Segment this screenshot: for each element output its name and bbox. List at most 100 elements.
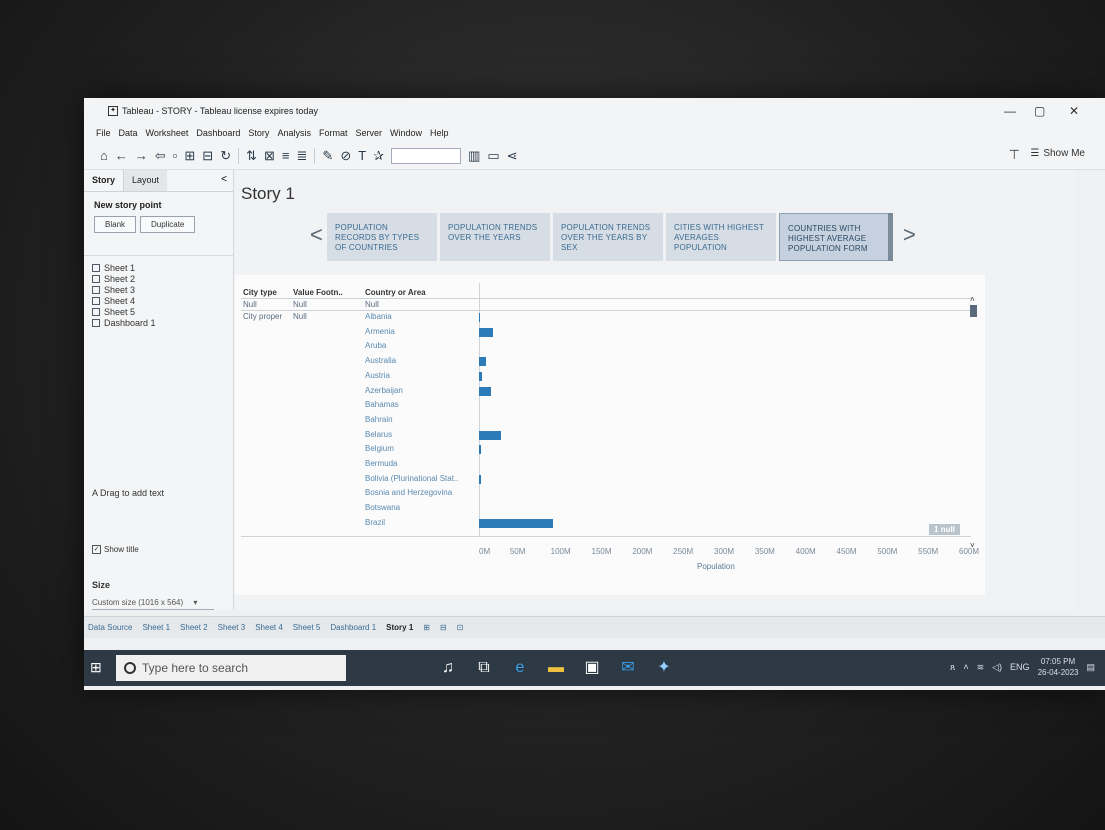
story-next-icon[interactable]: > [903,222,916,248]
menu-help[interactable]: Help [430,128,449,138]
new-sheet-tab-icon[interactable]: ⊞ [423,623,430,632]
people-icon[interactable]: ጸ [950,662,955,673]
population-bar[interactable] [479,445,482,455]
drag-to-add-text[interactable]: A Drag to add text [92,488,164,498]
story-point-1[interactable]: POPULATION RECORDS BY TYPES OF COUNTRIES [327,213,437,261]
population-bar[interactable] [479,430,502,440]
swap-icon[interactable]: ⇅ [246,148,257,164]
story-point-2[interactable]: POPULATION TRENDS OVER THE YEARS [440,213,550,261]
null-row-city-type[interactable]: Null [243,300,257,309]
country-label[interactable]: Bahamas [365,400,399,409]
chevron-up-icon[interactable]: ˄ [963,662,968,672]
city-type-value[interactable]: City proper [243,312,282,321]
country-label[interactable]: Aruba [365,341,386,350]
pin-icon[interactable]: ⊤ [1009,147,1020,163]
country-label[interactable]: Austria [365,371,390,380]
country-label[interactable]: Belgium [365,444,394,453]
duplicate-button[interactable]: Duplicate [140,216,196,233]
country-label[interactable]: Bolivia (Plurinational Stat.. [365,474,458,483]
edge-icon[interactable]: e [508,656,532,680]
header-country[interactable]: Country or Area [365,288,426,297]
value-footnote-value[interactable]: Null [293,312,307,321]
tab-dashboard-1[interactable]: Dashboard 1 [330,623,376,632]
tab-sheet-3[interactable]: Sheet 3 [218,623,246,632]
new-sheet-icon[interactable]: ⊟ [202,148,213,164]
undo-icon[interactable]: ← [115,148,128,163]
redo-icon[interactable]: → [135,148,148,163]
maximize-button[interactable]: ▢ [1034,104,1045,118]
chart-type-icon[interactable]: ▥ [468,148,480,164]
sheet-item[interactable]: Sheet 1 [92,262,225,273]
country-label[interactable]: Brazil [365,518,385,527]
file-explorer-icon[interactable]: ▬ [544,656,568,680]
story-prev-icon[interactable]: < [310,222,323,248]
country-label[interactable]: Bermuda [365,459,397,468]
country-label[interactable]: Australia [365,356,396,365]
tab-sheet-5[interactable]: Sheet 5 [293,623,321,632]
sheet-item[interactable]: Sheet 2 [92,273,225,284]
presentation-icon[interactable]: ▭ [487,148,499,164]
clear-sheet-icon[interactable]: ⊠ [264,148,275,164]
country-label[interactable]: Azerbaijan [365,386,403,395]
country-label[interactable]: Botswana [365,503,400,512]
new-datasource-icon[interactable]: ⊞ [184,148,195,164]
menu-analysis[interactable]: Analysis [277,128,311,138]
sheet-item[interactable]: Sheet 3 [92,284,225,295]
country-label[interactable]: Armenia [365,327,395,336]
network-icon[interactable]: ≋ [977,662,985,673]
mail-icon[interactable]: ✉ [616,656,640,680]
new-story-tab-icon[interactable]: ⊡ [457,623,464,632]
story-point-5[interactable]: COUNTRIES WITH HIGHEST AVERAGE POPULATIO… [779,213,893,261]
tab-layout[interactable]: Layout [124,170,168,191]
share-icon[interactable]: ⋖ [507,148,518,164]
tab-sheet-1[interactable]: Sheet 1 [142,623,170,632]
population-bar[interactable] [479,474,481,484]
sheet-item[interactable]: Sheet 5 [92,306,225,317]
sort-desc-icon[interactable]: ≣ [297,148,308,164]
population-bar[interactable] [479,518,553,528]
vertical-scrollbar[interactable]: ˄ ˅ [970,295,978,550]
home-icon[interactable]: ⌂ [100,148,108,163]
header-city-type[interactable]: City type [243,288,277,297]
sort-asc-icon[interactable]: ≡ [282,148,290,163]
population-bar[interactable] [479,313,480,322]
pin-axis-icon[interactable]: ✰ [373,148,384,164]
show-title-checkbox[interactable]: ✓ Show title [92,545,139,554]
tab-story-1[interactable]: Story 1 [386,623,413,632]
scroll-up-icon[interactable]: ˄ [970,295,975,304]
story-point-4[interactable]: CITIES WITH HIGHEST AVERAGES POPULATION [666,213,776,261]
null-row-country[interactable]: Null [365,300,379,309]
sheet-item[interactable]: Sheet 4 [92,295,225,306]
country-label[interactable]: Albania [365,312,392,321]
menu-server[interactable]: Server [355,128,382,138]
save-icon[interactable]: ▫ [173,148,178,163]
label-icon[interactable]: T [358,148,366,163]
menu-window[interactable]: Window [390,128,422,138]
new-dashboard-tab-icon[interactable]: ⊟ [440,623,447,632]
menu-dashboard[interactable]: Dashboard [196,128,240,138]
tab-story[interactable]: Story [84,170,125,191]
tab-sheet-4[interactable]: Sheet 4 [255,623,283,632]
collapse-pane-icon[interactable]: < [215,170,233,191]
notification-icon[interactable]: ▤ [1086,662,1095,673]
store-icon[interactable]: ▣ [580,656,604,680]
tab-data-source[interactable]: Data Source [88,623,132,632]
clock[interactable]: 07:05 PM 26-04-2023 [1038,656,1079,678]
null-row-footnote[interactable]: Null [293,300,307,309]
minimize-button[interactable]: — [1004,104,1016,118]
highlight-icon[interactable]: ✎ [322,148,333,164]
language-indicator[interactable]: ENG [1010,662,1030,672]
scroll-thumb[interactable] [970,305,977,317]
blank-button[interactable]: Blank [94,216,137,233]
menu-story[interactable]: Story [248,128,269,138]
back-icon[interactable]: ⇦ [155,148,166,164]
population-bar[interactable] [479,357,486,367]
show-me-button[interactable]: ☰ Show Me [1030,148,1085,159]
group-icon[interactable]: ⊘ [340,148,351,164]
close-button[interactable]: ✕ [1069,104,1079,118]
menu-worksheet[interactable]: Worksheet [146,128,189,138]
story-point-3[interactable]: POPULATION TRENDS OVER THE YEARS BY SEX [553,213,663,261]
dashboard-item[interactable]: Dashboard 1 [92,317,225,328]
country-label[interactable]: Belarus [365,430,392,439]
size-dropdown[interactable]: Custom size (1016 x 564) ▾ [92,598,214,610]
